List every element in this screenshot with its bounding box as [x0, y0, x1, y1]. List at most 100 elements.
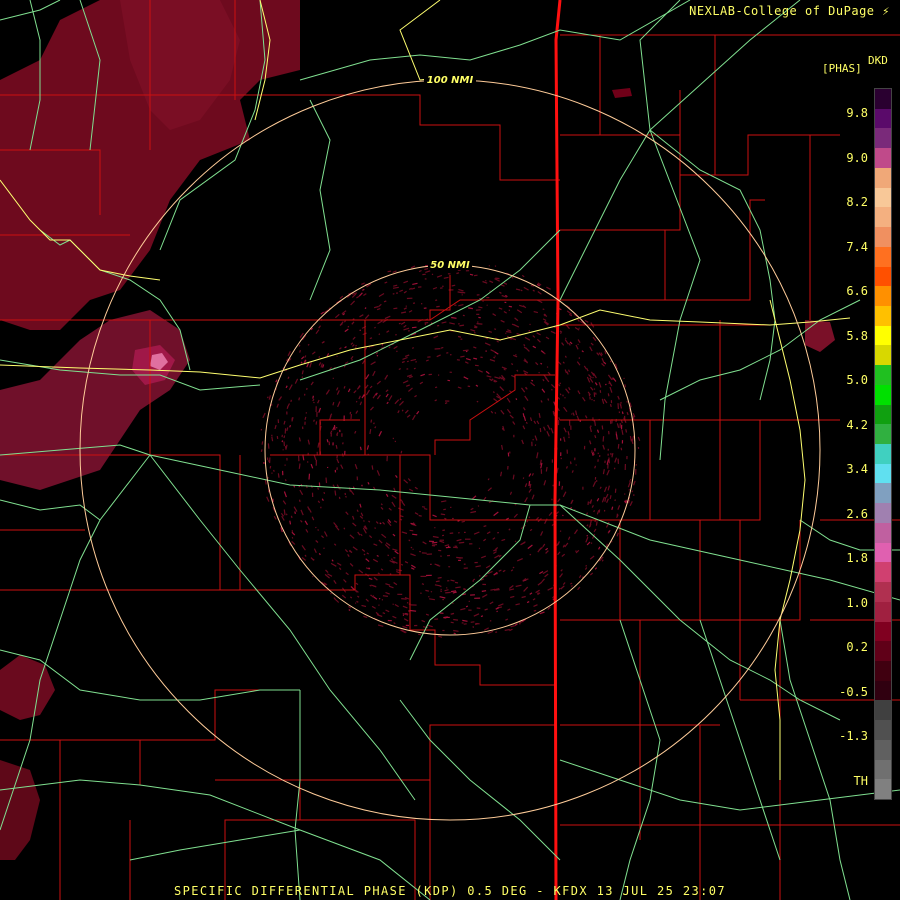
clutter-speck [364, 307, 367, 310]
legend-color-swatch [875, 463, 891, 484]
clutter-speck [334, 490, 337, 496]
clutter-speck [382, 612, 386, 615]
clutter-speck [465, 605, 469, 608]
clutter-speck [359, 446, 362, 451]
legend-color-swatch [875, 325, 891, 346]
legend-color-swatch [875, 187, 891, 208]
clutter-speck [564, 355, 567, 358]
clutter-speck [602, 436, 605, 442]
clutter-speck [312, 575, 314, 578]
clutter-speck [494, 411, 497, 414]
clutter-speck [545, 466, 548, 472]
clutter-speck [325, 477, 328, 484]
clutter-speck [536, 592, 539, 595]
clutter-speck [604, 497, 607, 502]
clutter-speck [298, 344, 301, 347]
clutter-speck [483, 525, 487, 528]
clutter-speck [570, 507, 573, 510]
clutter-speck [631, 490, 634, 493]
clutter-speck [525, 421, 528, 425]
clutter-speck [304, 416, 307, 420]
legend-color-swatch [875, 759, 891, 780]
clutter-speck [497, 531, 499, 534]
clutter-speck [570, 413, 573, 415]
clutter-speck [308, 473, 311, 480]
clutter-speck [601, 425, 604, 430]
clutter-speck [586, 534, 589, 537]
clutter-speck [369, 429, 372, 435]
clutter-speck [440, 513, 446, 516]
clutter-speck [568, 369, 571, 373]
clutter-speck [508, 305, 513, 308]
legend-unit: [PHAS] [822, 62, 862, 75]
clutter-speck [352, 318, 355, 321]
clutter-speck [601, 559, 604, 562]
clutter-speck [559, 382, 562, 385]
clutter-speck [277, 473, 280, 478]
clutter-speck [349, 411, 352, 415]
clutter-speck [400, 450, 403, 454]
legend-tick-label: 3.4 [846, 462, 868, 476]
legend-color-swatch [875, 720, 891, 741]
clutter-speck [515, 398, 518, 401]
clutter-speck [609, 495, 612, 500]
clutter-speck [401, 409, 404, 412]
clutter-speck [578, 327, 580, 329]
clutter-speck [501, 427, 504, 431]
clutter-speck [338, 496, 341, 500]
clutter-speck [575, 550, 577, 553]
legend-color-swatch [875, 89, 891, 110]
legend-tick-label: 9.0 [846, 150, 868, 165]
clutter-speck [468, 307, 473, 310]
clutter-speck [451, 316, 457, 319]
clutter-speck [412, 533, 418, 536]
clutter-speck [511, 276, 514, 279]
clutter-speck [351, 359, 353, 361]
clutter-speck [335, 444, 338, 449]
clutter-speck [450, 590, 457, 593]
legend-tick-label: 7.4 [846, 239, 868, 254]
clutter-speck [359, 329, 361, 332]
clutter-speck [400, 563, 404, 566]
legend-color-swatch [875, 621, 891, 642]
clutter-speck [409, 529, 414, 532]
clutter-speck [473, 578, 476, 581]
clutter-speck [558, 587, 561, 590]
clutter-speck [542, 308, 545, 311]
clutter-speck [411, 347, 415, 349]
clutter-speck [395, 569, 402, 572]
clutter-speck [594, 421, 596, 426]
clutter-speck [317, 529, 319, 531]
clutter-speck [422, 506, 426, 508]
clutter-speck [492, 391, 495, 394]
clutter-speck [298, 463, 301, 469]
clutter-speck [462, 349, 469, 352]
clutter-speck [455, 586, 461, 589]
clutter-speck [290, 399, 292, 403]
range-ring-100-label: 100 NMI [427, 75, 474, 86]
clutter-speck [378, 597, 381, 600]
clutter-speck [450, 621, 454, 624]
legend-color-swatch [875, 680, 891, 701]
legend-tick-label: 0.2 [846, 640, 868, 654]
legend-color-swatch [875, 444, 891, 465]
clutter-speck [463, 588, 467, 591]
clutter-speck [470, 621, 475, 623]
clutter-speck [528, 481, 531, 487]
legend-color-swatch [875, 108, 891, 129]
clutter-speck [266, 396, 269, 399]
clutter-speck [480, 615, 484, 618]
clutter-speck [515, 353, 517, 356]
clutter-speck [443, 508, 447, 511]
clutter-speck [481, 590, 487, 592]
clutter-speck [283, 435, 286, 439]
clutter-speck [594, 465, 597, 469]
clutter-speck [496, 610, 498, 613]
clutter-speck [267, 477, 269, 479]
clutter-speck [459, 324, 465, 327]
clutter-speck [387, 270, 392, 273]
clutter-speck [421, 583, 425, 585]
clutter-speck [371, 595, 375, 598]
clutter-speck [493, 356, 496, 359]
legend-color-swatch [875, 503, 891, 524]
